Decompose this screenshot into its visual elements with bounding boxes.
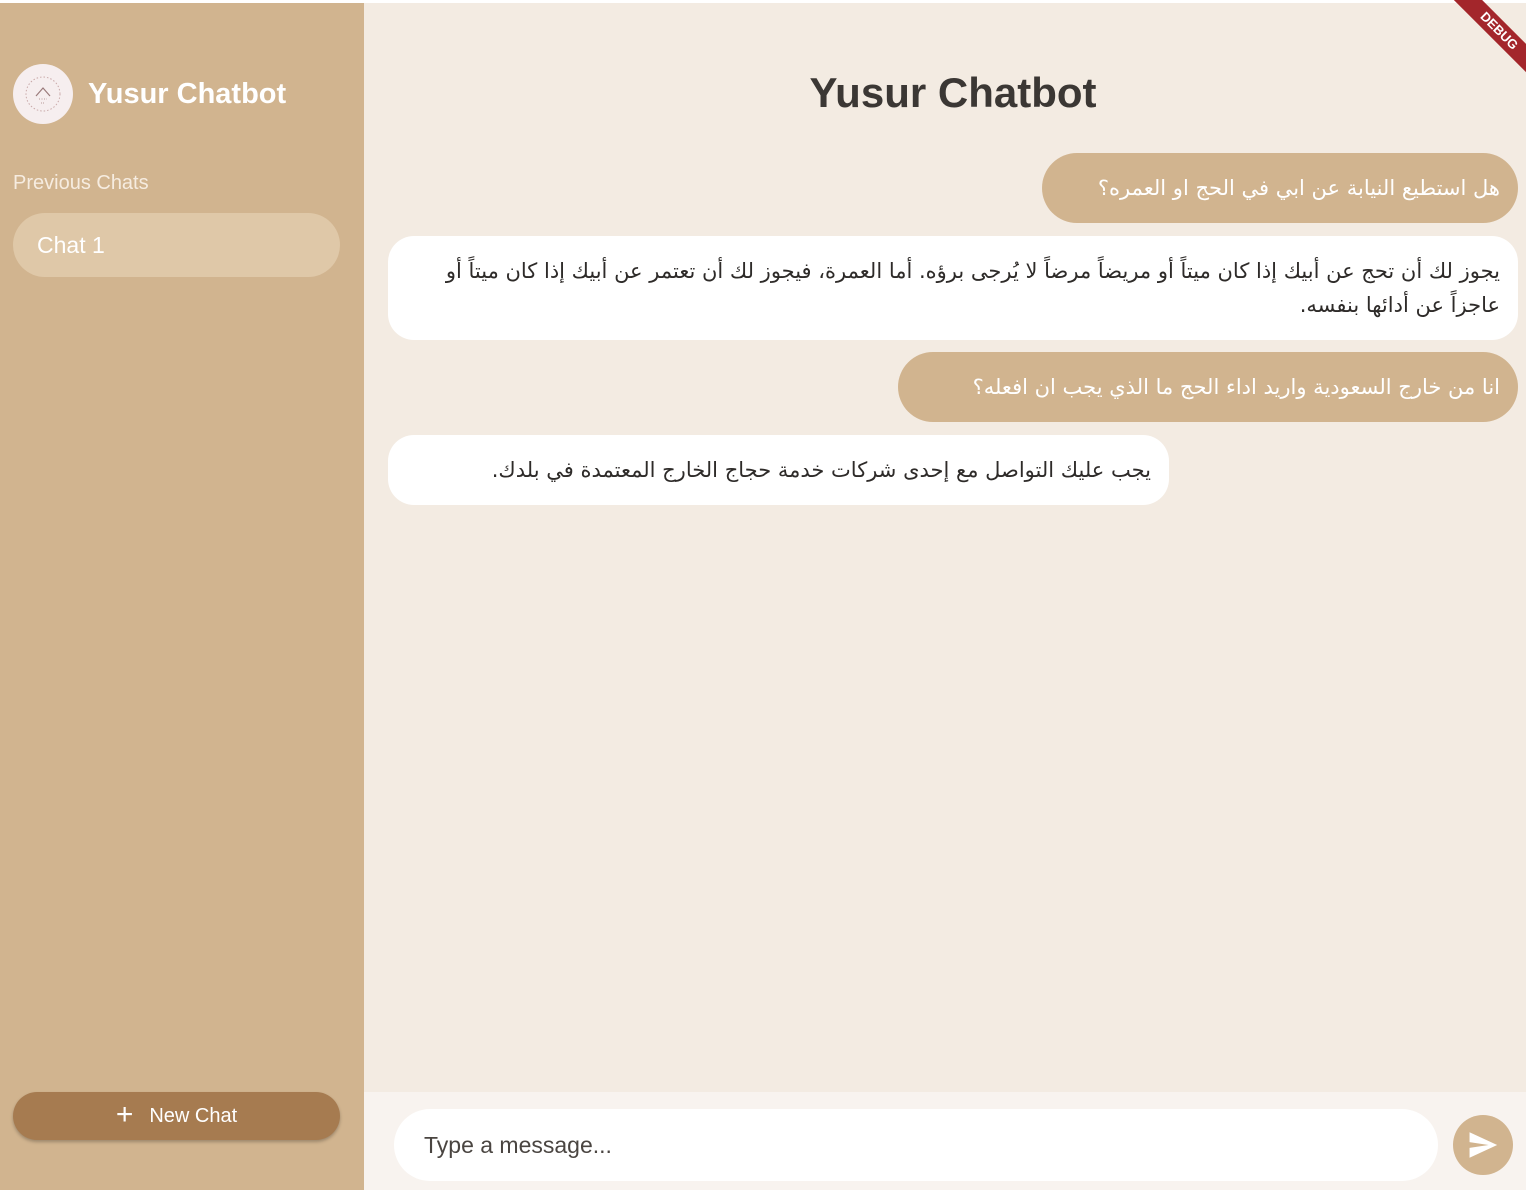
previous-chats-label: Previous Chats (13, 172, 149, 194)
composer-bar (364, 1092, 1526, 1190)
sidebar-brand-name: Yusur Chatbot (88, 77, 287, 110)
sidebar: Yusur Chatbot Previous Chats Chat 1 + Ne… (0, 3, 364, 1190)
send-icon (1469, 1132, 1498, 1158)
chat-list-item-label: Chat 1 (37, 231, 105, 258)
debug-banner: DEBUG (1453, 0, 1526, 77)
new-chat-button[interactable]: + New Chat (13, 1092, 340, 1140)
user-message: انا من خارج السعودية واريد اداء الحج ما … (898, 352, 1518, 422)
message-input[interactable] (394, 1109, 1438, 1181)
user-message: هل استطيع النيابة عن ابي في الحج او العم… (1042, 153, 1518, 223)
page-title: Yusur Chatbot (809, 69, 1097, 116)
sidebar-brand: Yusur Chatbot (13, 63, 286, 125)
top-border (0, 0, 1526, 3)
send-button[interactable] (1453, 1115, 1513, 1175)
bot-message: يجوز لك أن تحج عن أبيك إذا كان ميتاً أو … (388, 236, 1518, 340)
chat-list-item[interactable]: Chat 1 (13, 213, 340, 277)
plus-icon: + (115, 1097, 134, 1131)
avatar (13, 64, 73, 124)
yusur-logo-icon (25, 76, 61, 112)
chat-main: DEBUG Yusur Chatbot هل استطيع النيابة عن… (364, 0, 1526, 1190)
bot-message: يجب عليك التواصل مع إحدى شركات خدمة حجاج… (388, 435, 1169, 505)
new-chat-label: New Chat (149, 1104, 238, 1127)
